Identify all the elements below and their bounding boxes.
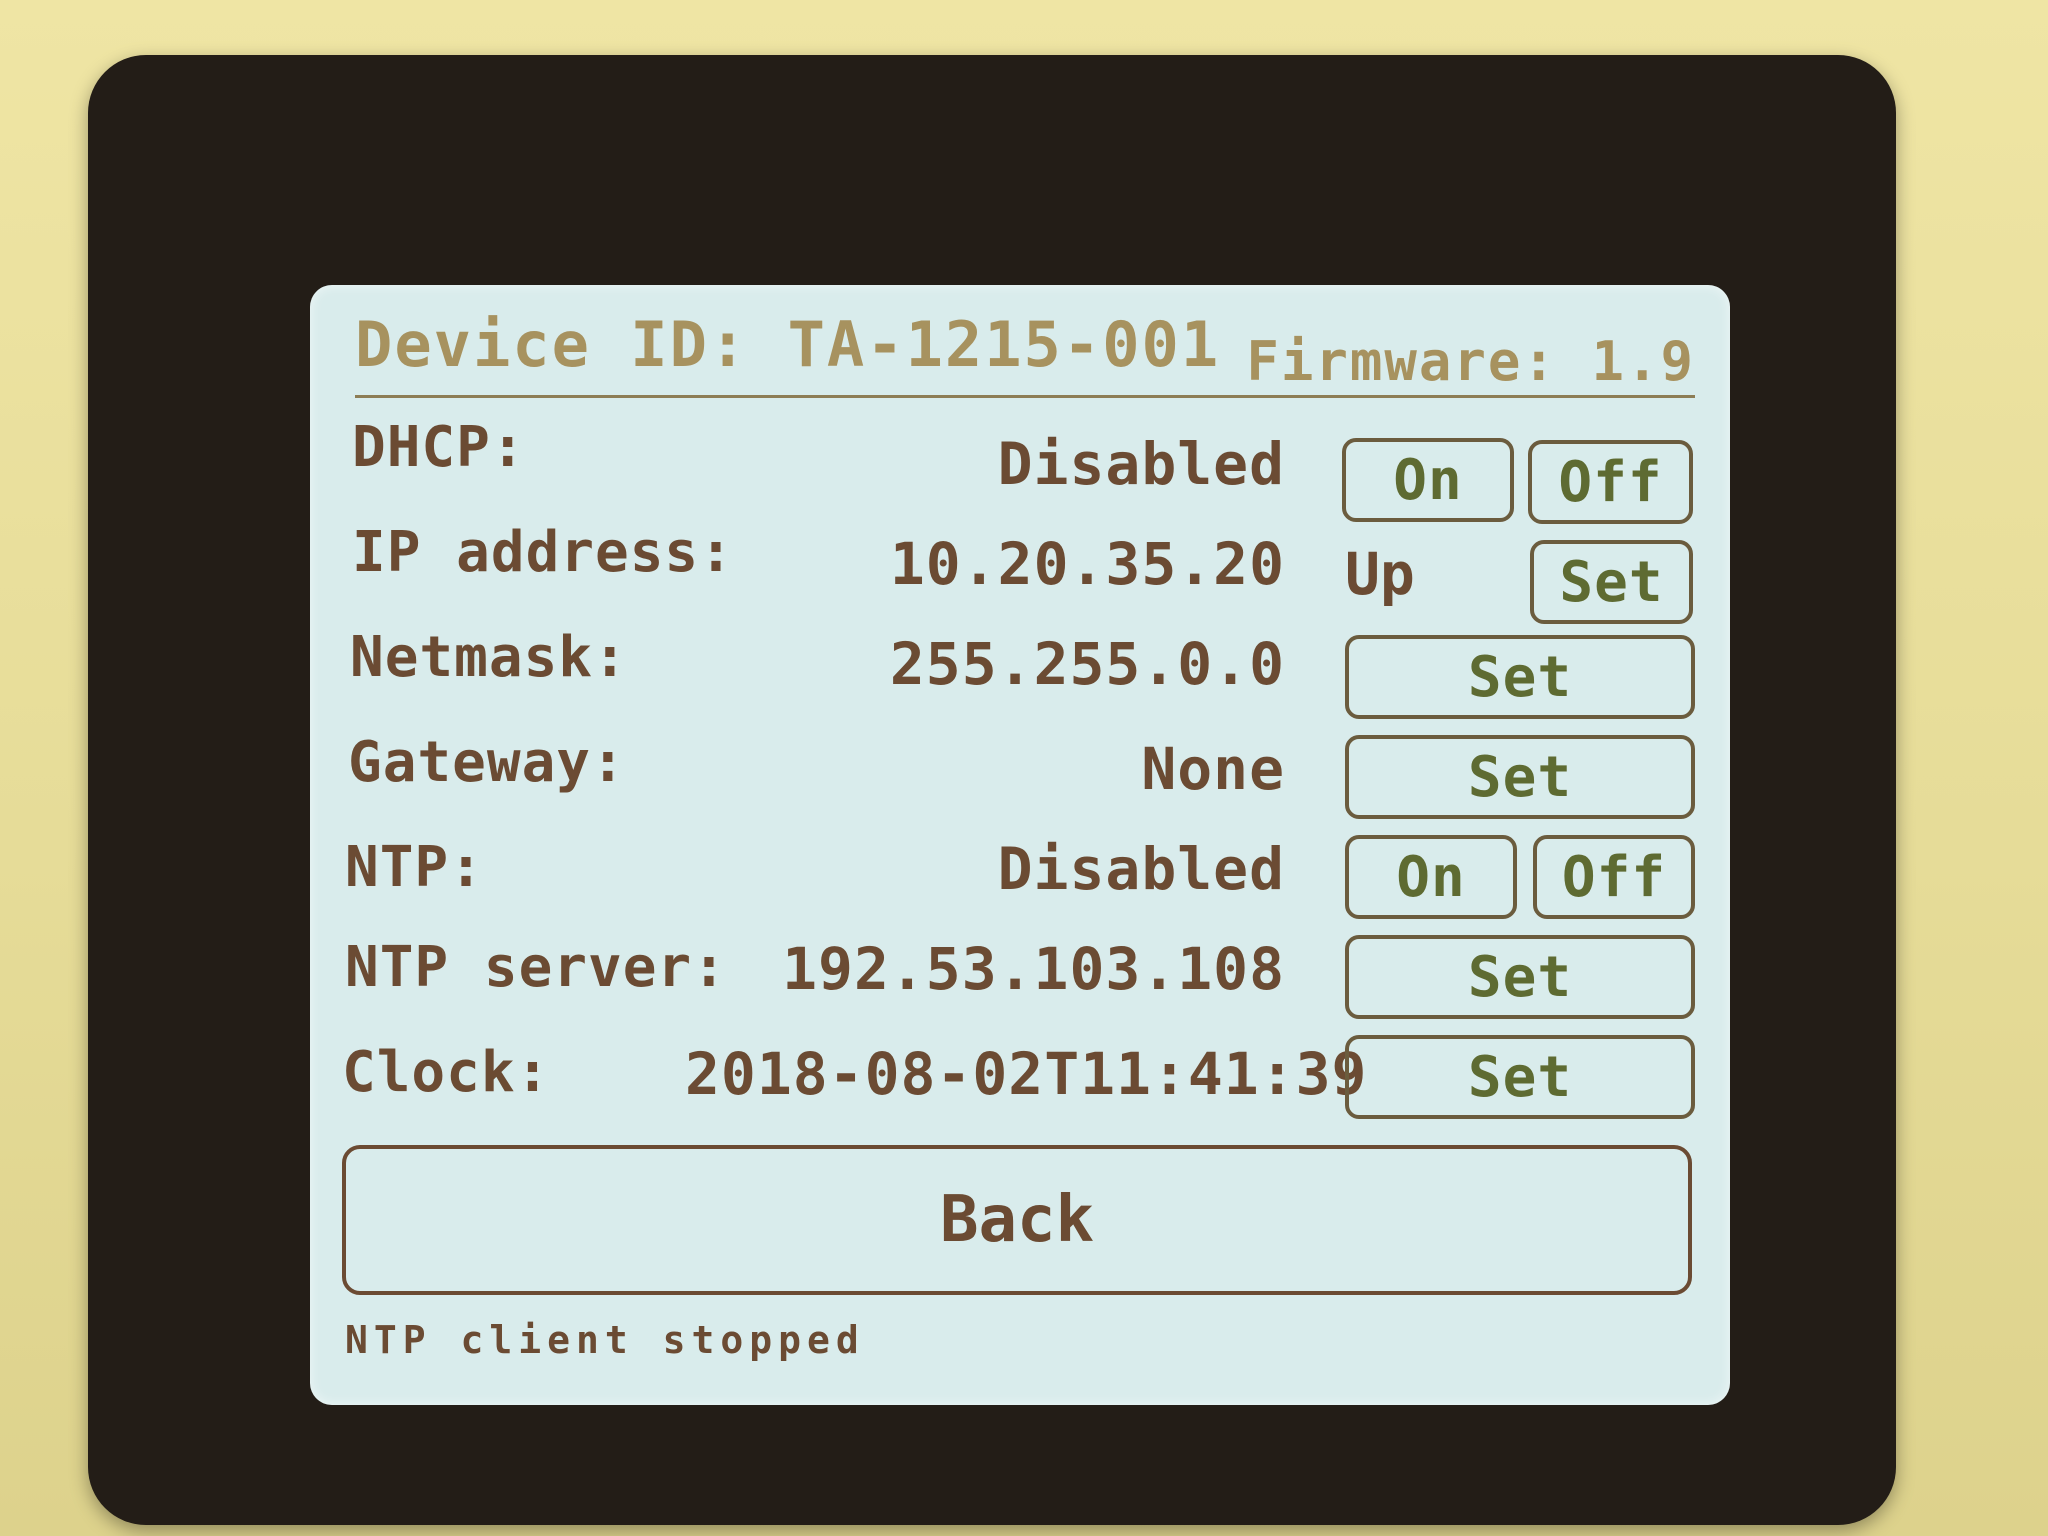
clock-label: Clock: bbox=[342, 1040, 551, 1105]
clock-value: 2018-08-02T11:41:39 bbox=[685, 1040, 1368, 1108]
gateway-value: None bbox=[1141, 735, 1285, 803]
ntp-server-value: 192.53.103.108 bbox=[782, 935, 1285, 1003]
ntp-label: NTP: bbox=[345, 835, 484, 900]
netmask-value: 255.255.0.0 bbox=[889, 630, 1285, 698]
clock-set-button[interactable]: Set bbox=[1345, 1035, 1695, 1119]
back-button[interactable]: Back bbox=[342, 1145, 1692, 1295]
netmask-set-button[interactable]: Set bbox=[1345, 635, 1695, 719]
status-message: NTP client stopped bbox=[345, 1318, 865, 1362]
device-id-label: Device ID: TA-1215-001 bbox=[355, 308, 1221, 381]
firmware-label: Firmware: 1.9 bbox=[1246, 330, 1695, 393]
header-bar: Device ID: TA-1215-001 Firmware: 1.9 bbox=[355, 300, 1695, 398]
dhcp-on-button[interactable]: On bbox=[1342, 438, 1514, 522]
ip-address-label: IP address: bbox=[352, 520, 734, 585]
dhcp-off-button[interactable]: Off bbox=[1528, 440, 1693, 524]
netmask-label: Netmask: bbox=[350, 625, 628, 690]
dhcp-label: DHCP: bbox=[352, 415, 526, 480]
ntp-off-button[interactable]: Off bbox=[1533, 835, 1695, 919]
ntp-on-button[interactable]: On bbox=[1345, 835, 1517, 919]
dhcp-value: Disabled bbox=[997, 430, 1285, 498]
ntp-value: Disabled bbox=[997, 835, 1285, 903]
ntp-server-set-button[interactable]: Set bbox=[1345, 935, 1695, 1019]
gateway-label: Gateway: bbox=[348, 730, 626, 795]
ip-address-set-button[interactable]: Set bbox=[1530, 540, 1693, 624]
ip-link-state: Up bbox=[1345, 540, 1415, 608]
ntp-server-label: NTP server: bbox=[345, 935, 727, 1000]
gateway-set-button[interactable]: Set bbox=[1345, 735, 1695, 819]
ip-address-value: 10.20.35.20 bbox=[889, 530, 1285, 598]
